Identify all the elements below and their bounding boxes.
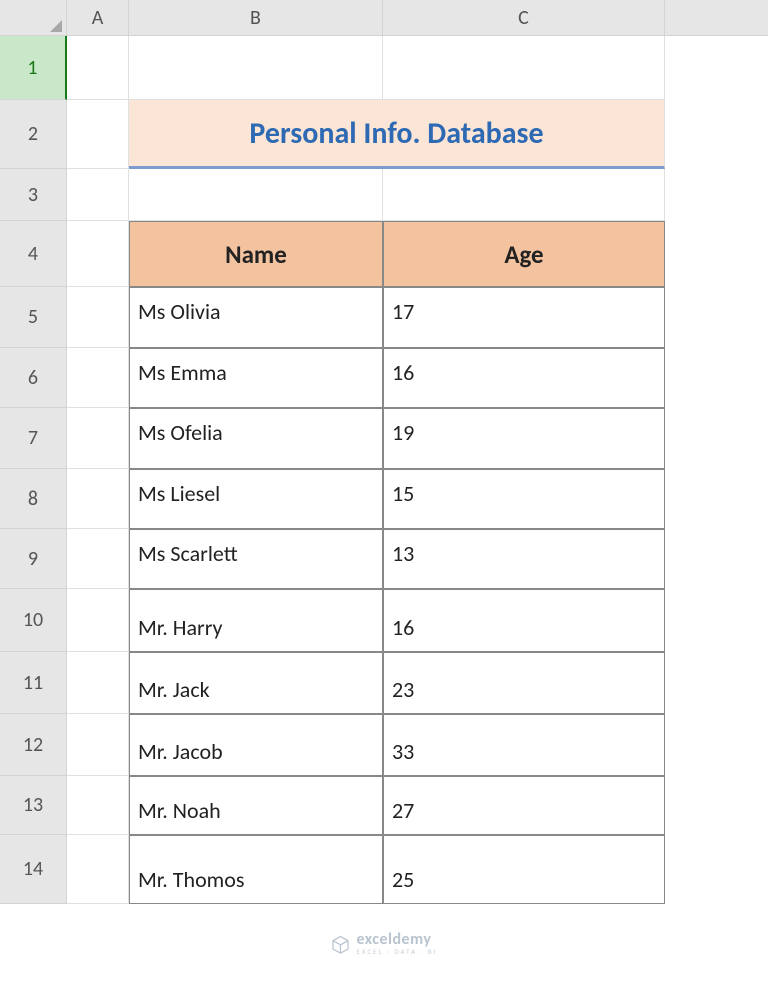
row-header-5[interactable]: 5: [0, 287, 67, 348]
watermark-brand: exceldemy: [356, 932, 437, 948]
row-header-3[interactable]: 3: [0, 169, 67, 221]
cell-a14[interactable]: [67, 835, 129, 904]
cell-age-9[interactable]: 25: [383, 835, 665, 904]
cell-a3[interactable]: [67, 169, 129, 221]
cell-b1[interactable]: [129, 36, 383, 100]
row-header-7[interactable]: 7: [0, 408, 67, 469]
table-header-age[interactable]: Age: [383, 221, 665, 287]
cell-name-5[interactable]: Mr. Harry: [129, 589, 383, 652]
row-header-11[interactable]: 11: [0, 652, 67, 714]
cell-age-8[interactable]: 27: [383, 776, 665, 835]
cell-a13[interactable]: [67, 776, 129, 835]
spreadsheet-grid[interactable]: Personal Info. DatabaseNameAgeMs Olivia1…: [67, 36, 665, 904]
cell-a9[interactable]: [67, 529, 129, 589]
row-header-10[interactable]: 10: [0, 589, 67, 652]
cell-age-6[interactable]: 23: [383, 652, 665, 714]
cell-name-9[interactable]: Mr. Thomos: [129, 835, 383, 904]
cell-a12[interactable]: [67, 714, 129, 776]
cell-name-8[interactable]: Mr. Noah: [129, 776, 383, 835]
row-header-1[interactable]: 1: [0, 36, 67, 100]
cell-age-0[interactable]: 17: [383, 287, 665, 348]
row-header-12[interactable]: 12: [0, 714, 67, 776]
cell-b3[interactable]: [129, 169, 383, 221]
column-headers: A B C: [67, 0, 768, 36]
column-header-a[interactable]: A: [67, 0, 129, 35]
cell-name-6[interactable]: Mr. Jack: [129, 652, 383, 714]
row-header-13[interactable]: 13: [0, 776, 67, 835]
cell-name-2[interactable]: Ms Ofelia: [129, 408, 383, 469]
row-header-6[interactable]: 6: [0, 348, 67, 408]
cell-c1[interactable]: [383, 36, 665, 100]
column-header-c[interactable]: C: [383, 0, 665, 35]
row-header-2[interactable]: 2: [0, 100, 67, 169]
cell-a5[interactable]: [67, 287, 129, 348]
row-header-14[interactable]: 14: [0, 835, 67, 904]
cell-age-1[interactable]: 16: [383, 348, 665, 408]
cell-a6[interactable]: [67, 348, 129, 408]
row-header-9[interactable]: 9: [0, 529, 67, 589]
cell-name-3[interactable]: Ms Liesel: [129, 469, 383, 529]
cell-a4[interactable]: [67, 221, 129, 287]
cell-a2[interactable]: [67, 100, 129, 169]
cell-name-7[interactable]: Mr. Jacob: [129, 714, 383, 776]
logo-icon: [330, 934, 350, 954]
cell-age-5[interactable]: 16: [383, 589, 665, 652]
watermark-tagline: EXCEL · DATA · BI: [356, 948, 437, 955]
cell-age-4[interactable]: 13: [383, 529, 665, 589]
cell-age-2[interactable]: 19: [383, 408, 665, 469]
watermark: exceldemy EXCEL · DATA · BI: [330, 932, 437, 955]
title-cell[interactable]: Personal Info. Database: [129, 100, 665, 169]
cell-a1[interactable]: [67, 36, 129, 100]
row-header-8[interactable]: 8: [0, 469, 67, 529]
cell-name-1[interactable]: Ms Emma: [129, 348, 383, 408]
column-header-b[interactable]: B: [129, 0, 383, 35]
cell-age-7[interactable]: 33: [383, 714, 665, 776]
cell-a7[interactable]: [67, 408, 129, 469]
cell-a8[interactable]: [67, 469, 129, 529]
cell-name-0[interactable]: Ms Olivia: [129, 287, 383, 348]
cell-name-4[interactable]: Ms Scarlett: [129, 529, 383, 589]
select-all-corner[interactable]: [0, 0, 67, 36]
row-header-4[interactable]: 4: [0, 221, 67, 287]
cell-c3[interactable]: [383, 169, 665, 221]
table-header-name[interactable]: Name: [129, 221, 383, 287]
cell-a10[interactable]: [67, 589, 129, 652]
cell-age-3[interactable]: 15: [383, 469, 665, 529]
row-headers: 1234567891011121314: [0, 36, 67, 904]
cell-a11[interactable]: [67, 652, 129, 714]
